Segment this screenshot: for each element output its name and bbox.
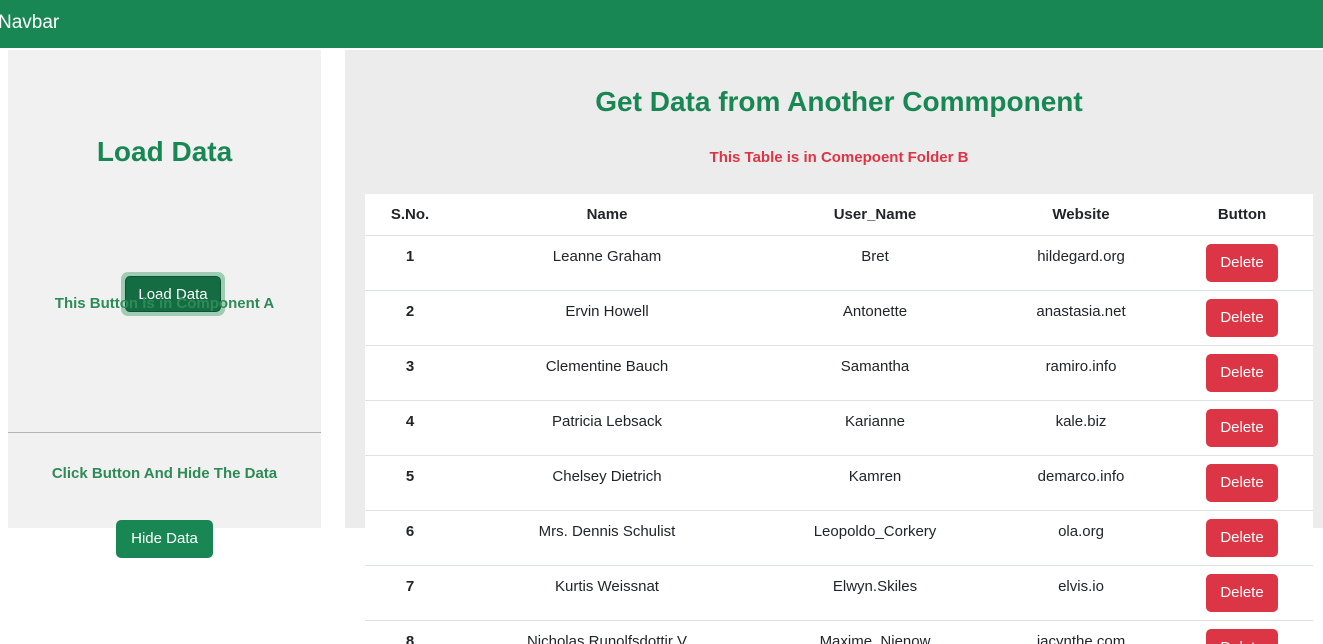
cell-action: Delete bbox=[1171, 510, 1313, 565]
cell-sno: 4 bbox=[365, 400, 455, 455]
load-data-title: Load Data bbox=[8, 135, 321, 169]
cell-sno: 7 bbox=[365, 565, 455, 620]
header-button: Button bbox=[1171, 194, 1313, 235]
delete-button[interactable]: Delete bbox=[1206, 629, 1278, 644]
header-sno: S.No. bbox=[365, 194, 455, 235]
users-table: S.No. Name User_Name Website Button 1 Le… bbox=[365, 194, 1313, 644]
table-header-row: S.No. Name User_Name Website Button bbox=[365, 194, 1313, 235]
cell-sno: 1 bbox=[365, 235, 455, 290]
cell-website: elvis.io bbox=[991, 565, 1171, 620]
cell-sno: 8 bbox=[365, 620, 455, 644]
component-a-panel: Load Data Load Data bbox=[8, 50, 321, 528]
cell-website: demarco.info bbox=[991, 455, 1171, 510]
component-b-subtitle: This Table is in Comepoent Folder B bbox=[345, 148, 1323, 168]
table-row: 6 Mrs. Dennis Schulist Leopoldo_Corkery … bbox=[365, 510, 1313, 565]
cell-sno: 5 bbox=[365, 455, 455, 510]
delete-button[interactable]: Delete bbox=[1206, 409, 1278, 447]
navbar: Navbar bbox=[0, 0, 1323, 48]
cell-username: Bret bbox=[759, 235, 991, 290]
delete-button[interactable]: Delete bbox=[1206, 299, 1278, 337]
cell-action: Delete bbox=[1171, 345, 1313, 400]
cell-name: Nicholas Runolfsdottir V bbox=[455, 620, 759, 644]
delete-button[interactable]: Delete bbox=[1206, 244, 1278, 282]
table-row: 8 Nicholas Runolfsdottir V Maxime_Nienow… bbox=[365, 620, 1313, 644]
delete-button[interactable]: Delete bbox=[1206, 464, 1278, 502]
cell-username: Karianne bbox=[759, 400, 991, 455]
cell-name: Leanne Graham bbox=[455, 235, 759, 290]
users-table-container: S.No. Name User_Name Website Button 1 Le… bbox=[365, 194, 1313, 644]
cell-website: ramiro.info bbox=[991, 345, 1171, 400]
cell-name: Clementine Bauch bbox=[455, 345, 759, 400]
component-b-title: Get Data from Another Commponent bbox=[345, 85, 1323, 119]
cell-username: Maxime_Nienow bbox=[759, 620, 991, 644]
cell-website: kale.biz bbox=[991, 400, 1171, 455]
cell-action: Delete bbox=[1171, 620, 1313, 644]
table-row: 3 Clementine Bauch Samantha ramiro.info … bbox=[365, 345, 1313, 400]
delete-button[interactable]: Delete bbox=[1206, 354, 1278, 392]
hide-data-caption: Click Button And Hide The Data bbox=[8, 464, 321, 484]
table-row: 2 Ervin Howell Antonette anastasia.net D… bbox=[365, 290, 1313, 345]
cell-username: Samantha bbox=[759, 345, 991, 400]
cell-name: Patricia Lebsack bbox=[455, 400, 759, 455]
delete-button[interactable]: Delete bbox=[1206, 574, 1278, 612]
table-row: 7 Kurtis Weissnat Elwyn.Skiles elvis.io … bbox=[365, 565, 1313, 620]
cell-website: ola.org bbox=[991, 510, 1171, 565]
cell-website: hildegard.org bbox=[991, 235, 1171, 290]
navbar-brand[interactable]: Navbar bbox=[0, 11, 59, 35]
cell-name: Chelsey Dietrich bbox=[455, 455, 759, 510]
cell-action: Delete bbox=[1171, 565, 1313, 620]
cell-website: jacynthe.com bbox=[991, 620, 1171, 644]
header-name: Name bbox=[455, 194, 759, 235]
component-a-caption: This Button Is in Component A bbox=[8, 294, 321, 314]
cell-username: Kamren bbox=[759, 455, 991, 510]
cell-website: anastasia.net bbox=[991, 290, 1171, 345]
cell-action: Delete bbox=[1171, 455, 1313, 510]
table-row: 4 Patricia Lebsack Karianne kale.biz Del… bbox=[365, 400, 1313, 455]
cell-action: Delete bbox=[1171, 235, 1313, 290]
header-username: User_Name bbox=[759, 194, 991, 235]
cell-username: Leopoldo_Corkery bbox=[759, 510, 991, 565]
hide-data-button[interactable]: Hide Data bbox=[116, 520, 213, 558]
cell-username: Elwyn.Skiles bbox=[759, 565, 991, 620]
cell-name: Ervin Howell bbox=[455, 290, 759, 345]
delete-button[interactable]: Delete bbox=[1206, 519, 1278, 557]
cell-name: Mrs. Dennis Schulist bbox=[455, 510, 759, 565]
cell-sno: 3 bbox=[365, 345, 455, 400]
panel-divider bbox=[8, 432, 321, 433]
header-website: Website bbox=[991, 194, 1171, 235]
cell-sno: 2 bbox=[365, 290, 455, 345]
cell-username: Antonette bbox=[759, 290, 991, 345]
cell-action: Delete bbox=[1171, 400, 1313, 455]
table-row: 1 Leanne Graham Bret hildegard.org Delet… bbox=[365, 235, 1313, 290]
cell-sno: 6 bbox=[365, 510, 455, 565]
cell-action: Delete bbox=[1171, 290, 1313, 345]
table-row: 5 Chelsey Dietrich Kamren demarco.info D… bbox=[365, 455, 1313, 510]
cell-name: Kurtis Weissnat bbox=[455, 565, 759, 620]
